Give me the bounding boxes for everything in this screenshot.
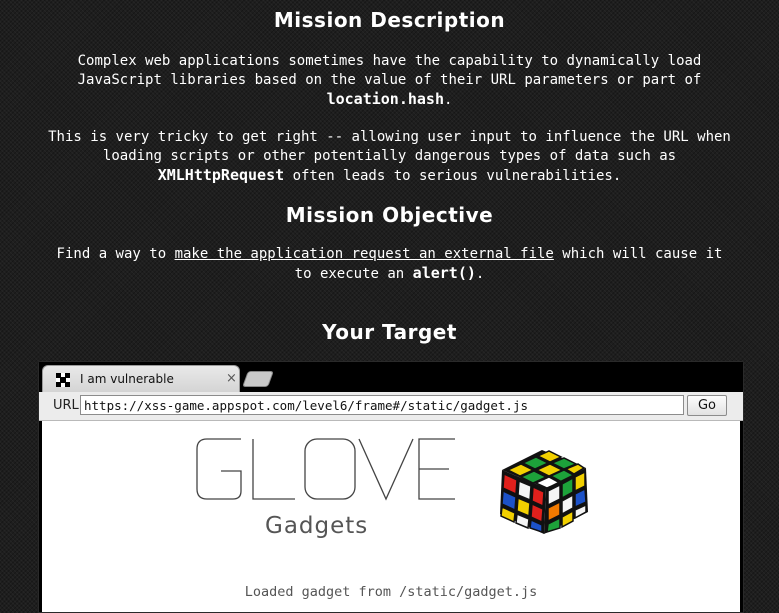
text-line: loading scripts or other potentially dan…: [102, 148, 677, 164]
text-fragment: .: [475, 266, 485, 282]
gadget-status-text: Loaded gadget from /static/gadget.js: [244, 584, 538, 600]
code-xmlhttprequest: XMLHttpRequest: [157, 166, 285, 184]
url-input[interactable]: [80, 395, 684, 415]
text-fragment: often leads to serious vulnerabilities.: [284, 168, 622, 184]
text-fragment: which will cause it: [553, 246, 723, 262]
tab-bar: I am vulnerable ×: [39, 362, 743, 392]
mission-description-paragraph-2: This is very tricky to get right -- allo…: [25, 128, 754, 186]
text-fragment: Find a way to: [56, 246, 175, 262]
text-fragment: to execute an: [294, 266, 413, 282]
url-toolbar: URL Go: [39, 392, 743, 421]
iframe-content: Gadgets Loaded gadget from /static/gadge…: [42, 421, 740, 612]
code-location-hash: location.hash: [326, 90, 444, 108]
rubiks-cube-image: [500, 450, 588, 534]
browser-window: I am vulnerable × URL Go: [38, 361, 744, 613]
favicon-icon: [56, 373, 70, 387]
text-fragment: .: [443, 92, 453, 108]
mission-description-paragraph-1: Complex web applications sometimes have …: [25, 52, 754, 110]
text-line: Complex web applications sometimes have …: [77, 53, 702, 69]
tab-i-am-vulnerable[interactable]: I am vulnerable ×: [42, 365, 240, 392]
glove-gadgets-logo: Gadgets: [196, 438, 455, 539]
code-alert: alert(): [412, 264, 476, 282]
logo-subtitle: Gadgets: [265, 513, 368, 539]
external-file-link[interactable]: make the application request an external…: [175, 246, 554, 262]
mission-description-heading: Mission Description: [273, 8, 506, 32]
text-line: This is very tricky to get right -- allo…: [48, 129, 731, 145]
go-button[interactable]: Go: [687, 395, 727, 416]
text-line: JavaScript libraries based on the value …: [77, 72, 702, 88]
url-label: URL: [53, 398, 79, 413]
mission-objective-paragraph: Find a way to make the application reque…: [25, 245, 754, 284]
new-tab-button[interactable]: [242, 371, 274, 387]
mission-objective-heading: Mission Objective: [285, 203, 494, 227]
close-icon[interactable]: ×: [226, 371, 237, 386]
your-target-heading: Your Target: [322, 320, 457, 344]
tab-title: I am vulnerable: [80, 372, 174, 386]
